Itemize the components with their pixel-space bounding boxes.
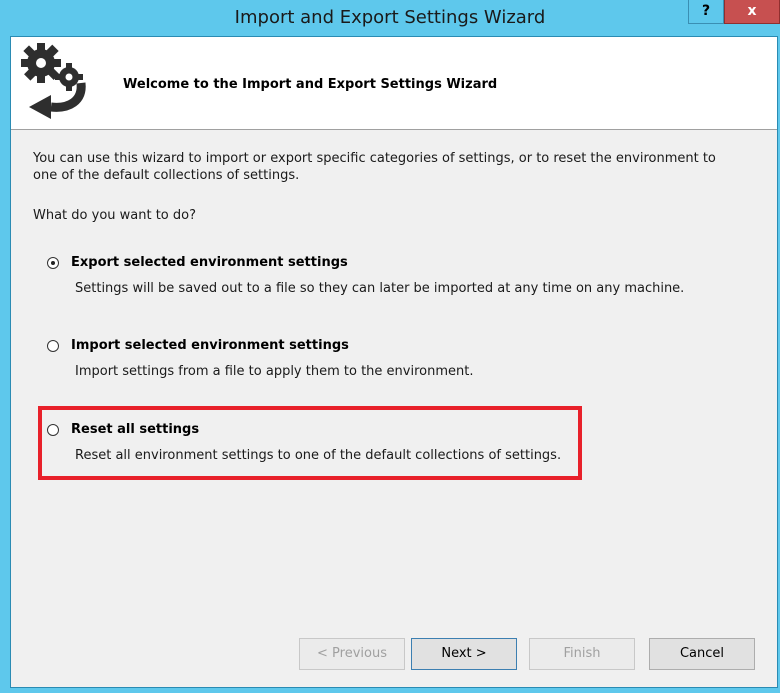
wizard-window: Import and Export Settings Wizard ? x We… — [0, 0, 780, 693]
previous-button[interactable]: < Previous — [299, 638, 405, 670]
wizard-title: Welcome to the Import and Export Setting… — [123, 77, 498, 92]
option-import-label[interactable]: Import selected environment settings — [71, 338, 349, 353]
close-button[interactable]: x — [724, 0, 780, 24]
help-button[interactable]: ? — [688, 0, 724, 24]
option-import-description: Import settings from a file to apply the… — [75, 364, 474, 379]
radio-import[interactable] — [47, 340, 59, 352]
title-bar[interactable]: Import and Export Settings Wizard ? x — [0, 0, 780, 36]
wizard-header: Welcome to the Import and Export Setting… — [11, 37, 777, 130]
finish-button[interactable]: Finish — [529, 638, 635, 670]
cancel-button[interactable]: Cancel — [649, 638, 755, 670]
wizard-client-area: Welcome to the Import and Export Setting… — [10, 36, 778, 688]
gears-arrow-icon — [21, 43, 86, 119]
radio-export[interactable] — [47, 257, 59, 269]
intro-text: You can use this wizard to import or exp… — [33, 151, 716, 183]
window-title: Import and Export Settings Wizard — [234, 7, 546, 28]
option-export-label[interactable]: Export selected environment settings — [71, 255, 348, 270]
question-text: What do you want to do? — [33, 208, 197, 223]
highlight-box — [38, 406, 582, 480]
option-export-description: Settings will be saved out to a file so … — [75, 281, 685, 296]
next-button[interactable]: Next > — [411, 638, 517, 670]
